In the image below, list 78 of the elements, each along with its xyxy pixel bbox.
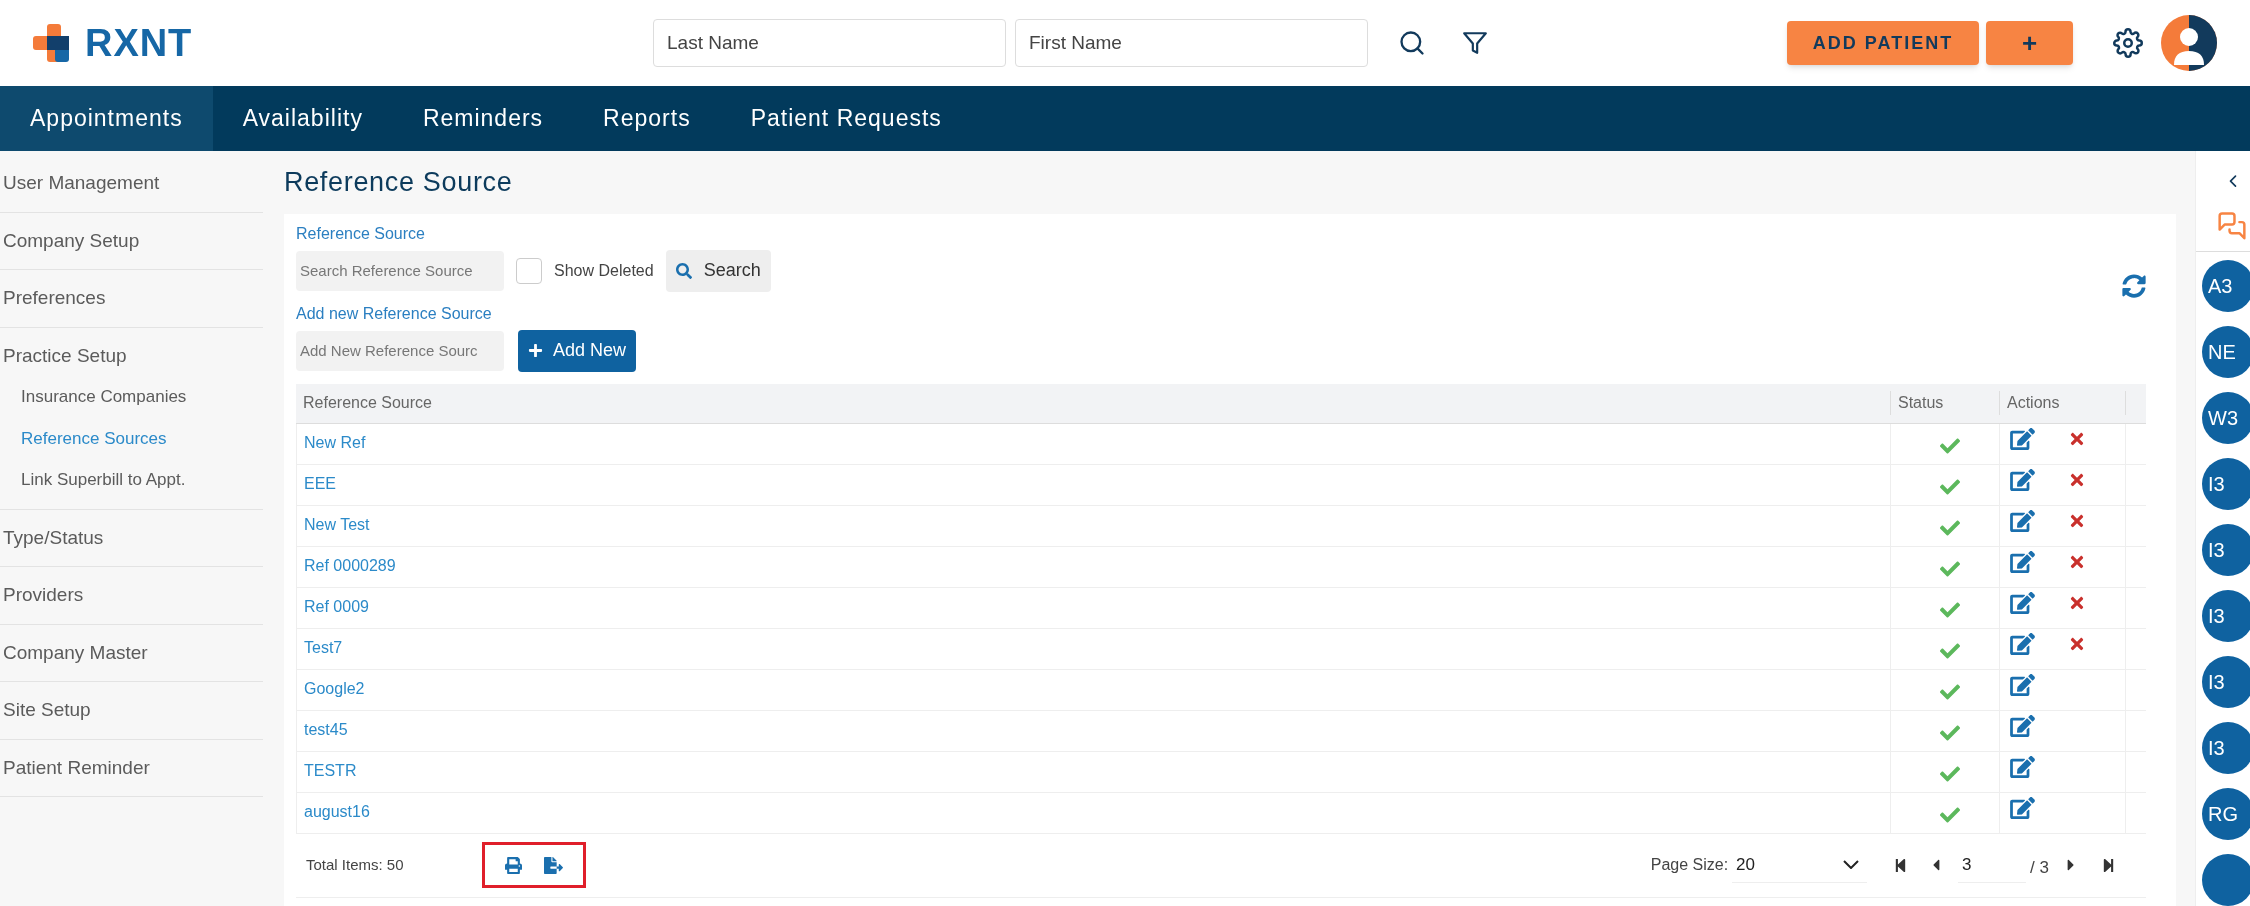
reference-link[interactable]: New Ref [297, 423, 1890, 464]
sidebar-item[interactable]: Reference Sources [0, 417, 263, 459]
reference-link[interactable]: Ref 0009 [297, 587, 1890, 628]
nav-tab[interactable]: Reports [573, 86, 721, 151]
user-badge[interactable]: NE [2202, 326, 2250, 378]
sidebar-item[interactable]: Preferences [0, 270, 263, 327]
reference-link[interactable]: Ref 0000289 [297, 546, 1890, 587]
search-icon [675, 262, 692, 279]
user-badge[interactable]: I3 [2202, 458, 2250, 510]
export-icon[interactable] [544, 855, 563, 875]
edit-icon[interactable] [2010, 673, 2035, 696]
sidebar-item[interactable]: User Management [0, 155, 263, 212]
nav-tab[interactable]: Availability [212, 86, 393, 151]
edit-icon[interactable] [2010, 714, 2035, 737]
sidebar-item[interactable]: Company Master [0, 624, 263, 681]
edit-icon[interactable] [2010, 796, 2035, 819]
page-number-field[interactable]: 3 [1958, 847, 2027, 883]
edit-icon[interactable] [2010, 509, 2035, 532]
column-header: Reference Source [302, 393, 433, 413]
reference-link[interactable]: august16 [297, 792, 1890, 833]
chevron-down-icon [1843, 860, 1860, 869]
refresh-icon[interactable] [2122, 273, 2146, 298]
user-badge[interactable]: W3 [2202, 392, 2250, 444]
search-icon[interactable] [1398, 29, 1426, 57]
user-badge[interactable]: I3 [2202, 590, 2250, 642]
sidebar-item[interactable]: Type/Status [0, 509, 263, 566]
page-size-label: Page Size: [1650, 855, 1729, 875]
last-name-field[interactable]: Last Name [653, 19, 1006, 67]
sidebar-item[interactable]: Providers [0, 567, 263, 624]
user-badge[interactable]: I3 [2202, 722, 2250, 774]
add-patient-button[interactable]: ADD PATIENT [1787, 21, 1979, 65]
sidebar-item[interactable]: Company Setup [0, 212, 263, 269]
user-badge[interactable] [2202, 854, 2250, 906]
reference-link[interactable]: Test7 [297, 628, 1890, 669]
edit-icon[interactable] [2010, 550, 2035, 573]
reference-link[interactable]: test45 [297, 710, 1890, 751]
add-button[interactable]: + [1986, 21, 2073, 65]
nav-tab[interactable]: Patient Requests [720, 86, 972, 151]
add-new-button[interactable]: Add New [518, 329, 637, 372]
sidebar-item[interactable]: Link Superbill to Appt. [0, 459, 263, 501]
column-header: Actions [1999, 391, 2126, 415]
edit-icon[interactable] [2010, 632, 2035, 655]
user-badge[interactable]: I3 [2202, 524, 2250, 576]
edit-icon[interactable] [2010, 427, 2035, 450]
edit-icon[interactable] [2010, 468, 2035, 491]
print-icon[interactable] [505, 856, 522, 874]
show-deleted-checkbox[interactable] [516, 257, 542, 284]
page-title: Reference Source [284, 166, 514, 199]
sidebar-item[interactable]: Patient Reminder [0, 739, 263, 796]
field-label: Add new Reference Source [296, 303, 493, 324]
edit-icon[interactable] [2010, 755, 2035, 778]
user-badge[interactable]: I3 [2202, 656, 2250, 708]
plus-icon [528, 343, 543, 358]
reference-link[interactable]: TESTR [297, 751, 1890, 792]
column-header: Status [1890, 391, 1999, 415]
field-label: Reference Source [296, 223, 426, 244]
total-items: Total Items: 50 [306, 854, 405, 875]
edit-icon[interactable] [2010, 591, 2035, 614]
reference-link[interactable]: New Test [297, 505, 1890, 546]
page-size-select[interactable]: 20 [1732, 847, 1868, 883]
filter-icon[interactable] [1462, 29, 1488, 57]
add-reference-field[interactable]: Add New Reference Sourc [296, 330, 504, 371]
sidebar-item[interactable]: Site Setup [0, 682, 263, 739]
show-deleted-label: Show Deleted [554, 260, 654, 281]
nav-tab[interactable]: Appointments [0, 86, 213, 151]
settings-icon[interactable] [2113, 28, 2143, 58]
first-name-field[interactable]: First Name [1015, 19, 1368, 67]
reference-link[interactable]: EEE [297, 464, 1890, 505]
logo-text: RXNT [85, 20, 193, 66]
reference-link[interactable]: Google2 [297, 669, 1890, 710]
user-badge[interactable]: A3 [2202, 260, 2250, 312]
user-badge[interactable]: RG [2202, 788, 2250, 840]
last-page-icon[interactable] [2101, 857, 2116, 873]
search-button[interactable]: Search [665, 249, 771, 292]
search-reference-field[interactable]: Search Reference Source [296, 250, 504, 291]
nav-tab[interactable]: Reminders [392, 86, 574, 151]
avatar-icon[interactable] [2161, 15, 2217, 71]
page-count: / 3 [2030, 857, 2049, 880]
